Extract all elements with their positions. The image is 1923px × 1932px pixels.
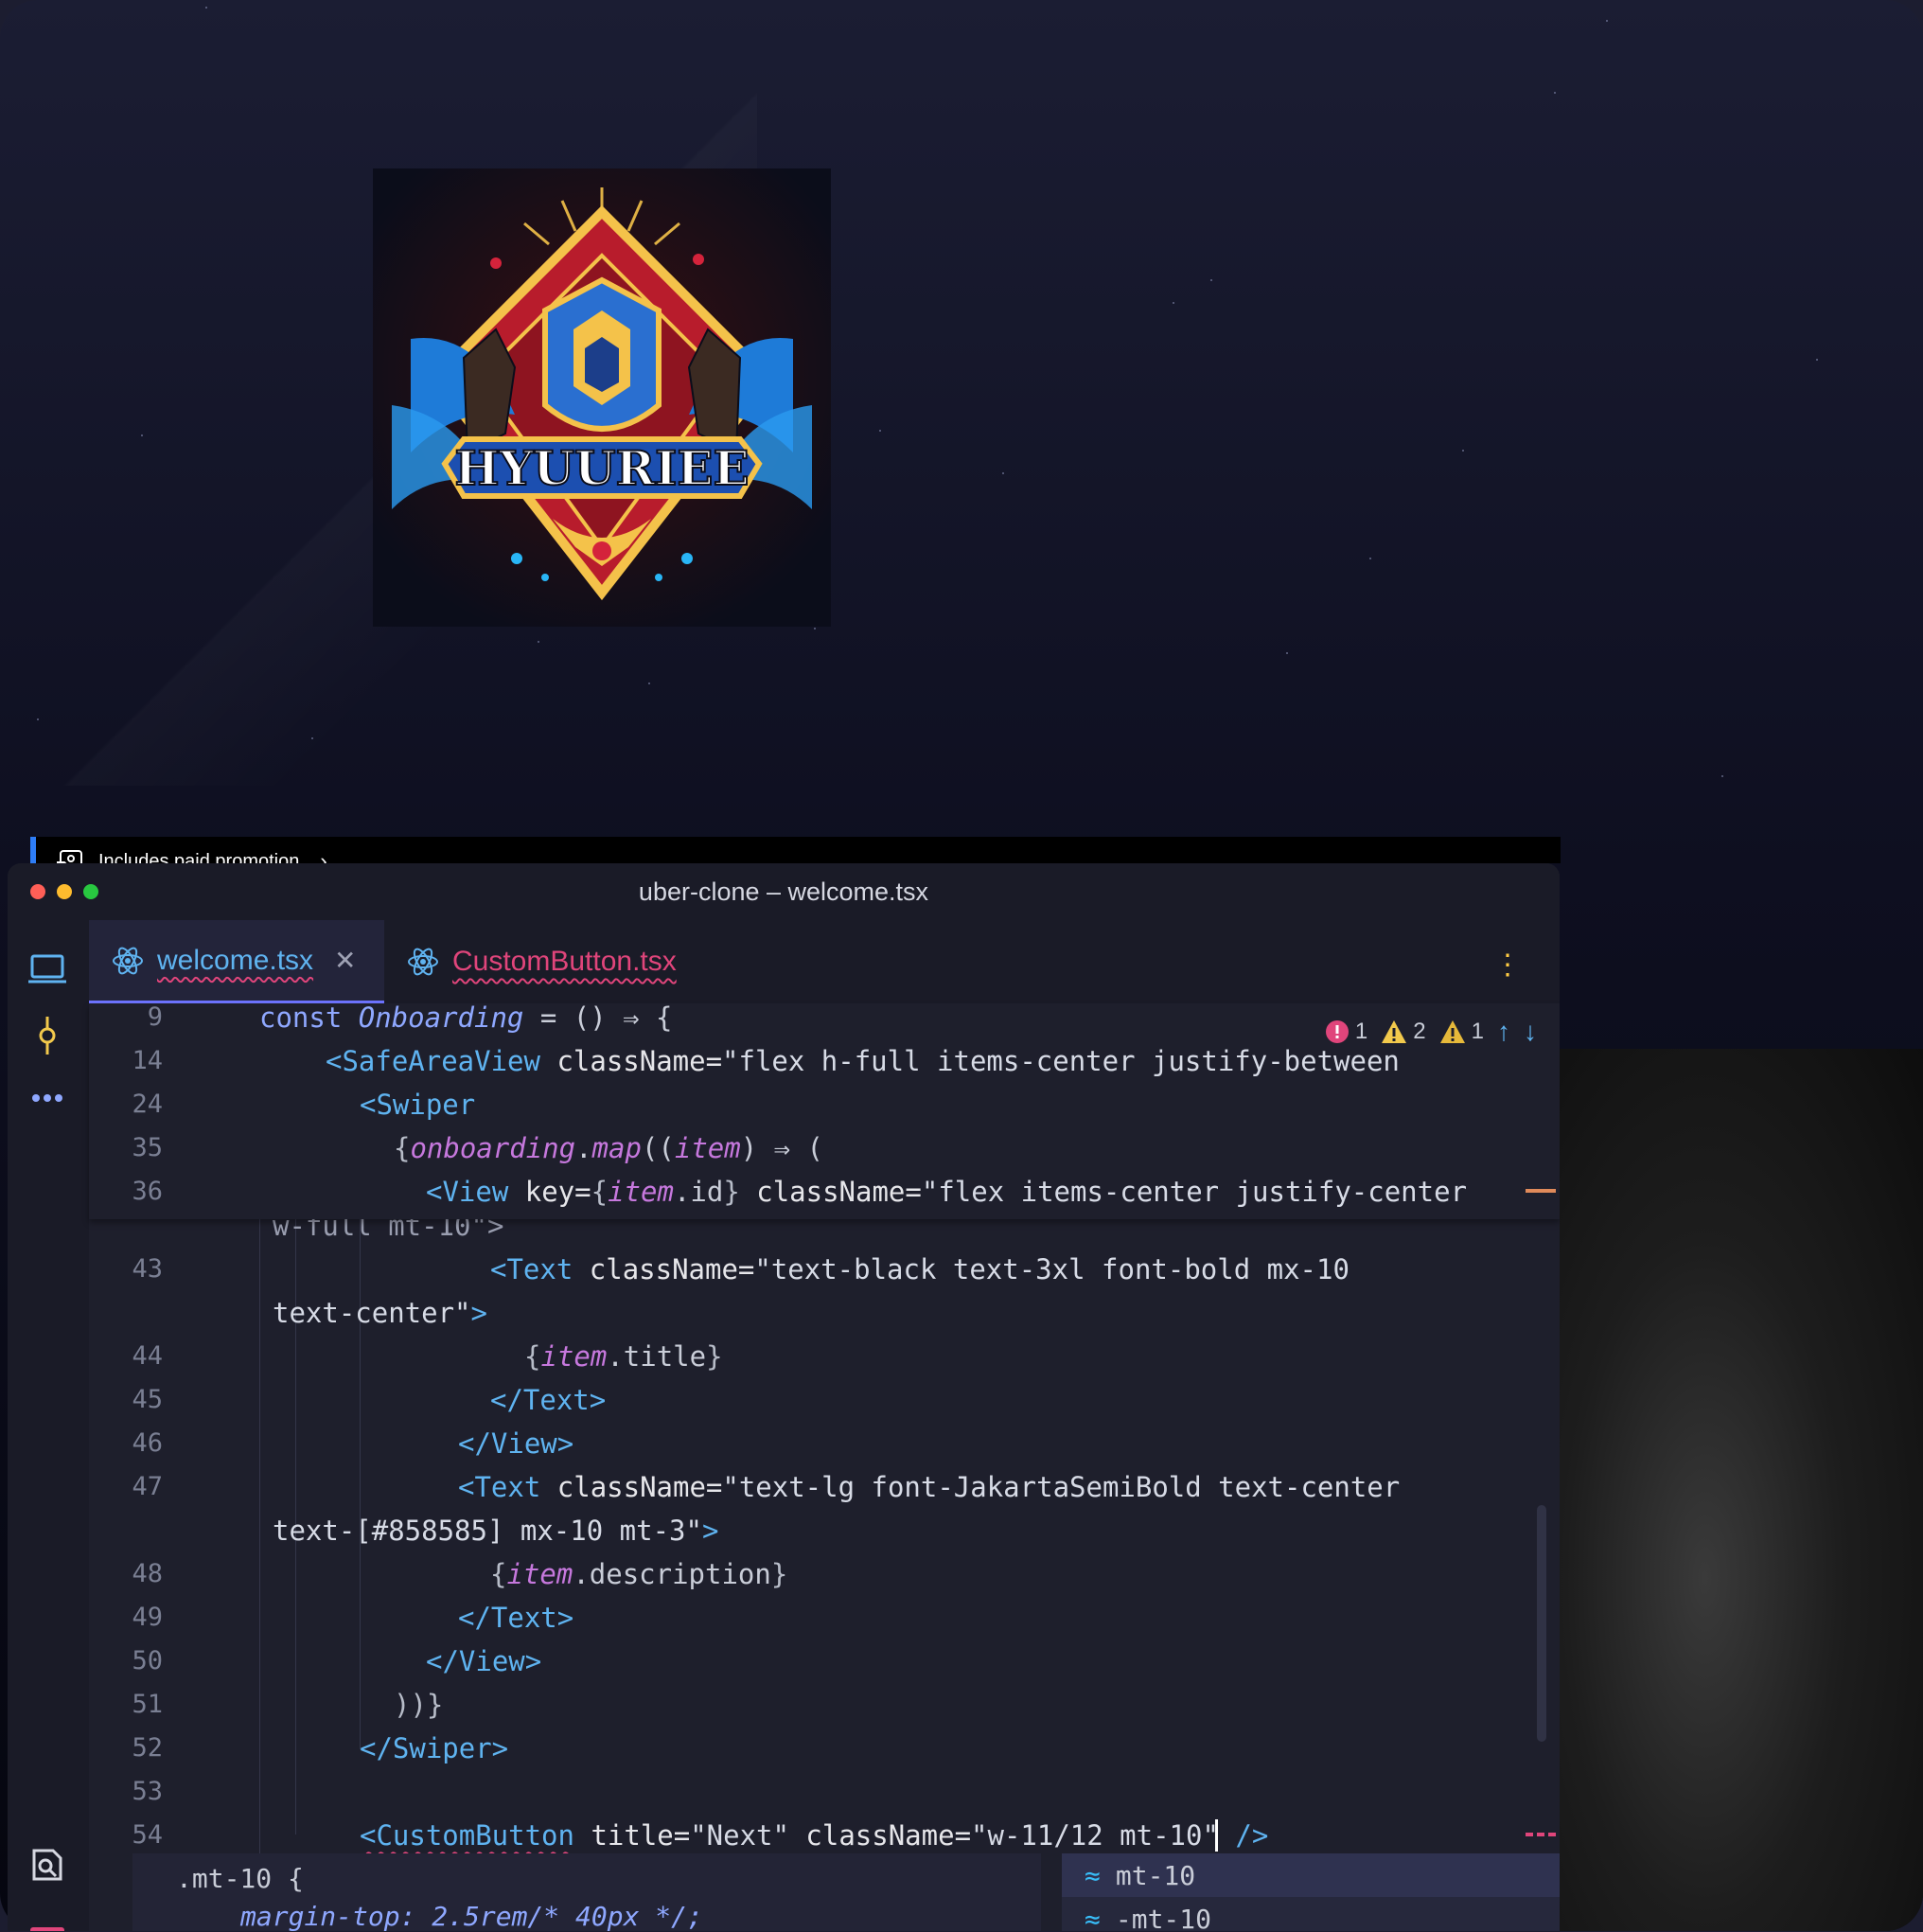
line-number: 52 [132, 1733, 163, 1763]
code-line: </Swiper> [360, 1732, 509, 1764]
zoom-window-button[interactable] [83, 884, 98, 899]
code-line: {item.description} [490, 1558, 788, 1590]
line-number: 44 [132, 1341, 163, 1371]
completion-label: -mt-10 [1115, 1903, 1212, 1932]
commit-button[interactable] [26, 1015, 68, 1056]
code-line: <CustomButton title="Next" className="w-… [360, 1819, 1269, 1852]
code-line: <SafeAreaView className="flex h-full ite… [326, 1045, 1400, 1077]
code-line: <Text className="text-lg font-JakartaSem… [458, 1471, 1401, 1503]
warning-count-label: 2 [1413, 1019, 1426, 1044]
code-line: text-center"> [273, 1297, 487, 1329]
promo-bar [357, 837, 1561, 863]
react-icon [408, 948, 438, 976]
line-number: 47 [132, 1472, 163, 1501]
line-number: 51 [132, 1690, 163, 1719]
completion-item[interactable]: ≈ -mt-10 [1062, 1897, 1560, 1932]
line-number: 46 [132, 1428, 163, 1458]
doc-line: .mt-10 { [176, 1863, 304, 1894]
code-line: </Text> [490, 1384, 607, 1416]
title-bar: uber-clone – welcome.tsx [8, 863, 1560, 920]
error-icon [1325, 1020, 1349, 1043]
line-number: 53 [132, 1777, 163, 1806]
window-controls [30, 884, 98, 899]
ellipsis-icon [32, 1094, 62, 1102]
code-line: {onboarding.map((item) ⇒ ( [394, 1132, 824, 1164]
vertical-scrollbar[interactable] [1537, 1505, 1546, 1742]
git-commit-icon [39, 1017, 56, 1055]
code-line: </View> [426, 1645, 542, 1677]
error-marker [1526, 1833, 1556, 1840]
weak-warning-count-label: 1 [1471, 1019, 1484, 1044]
channel-logo: HYUURIEE [373, 168, 831, 627]
close-tab-icon[interactable]: ✕ [334, 945, 356, 976]
previous-problem-icon[interactable]: ↑ [1497, 1017, 1510, 1047]
logo-wordmark: HYUURIEE [454, 440, 749, 496]
search-icon [32, 1849, 62, 1881]
background-blur [1560, 1049, 1923, 1931]
laptop-icon [28, 954, 66, 984]
code-line: ))} [394, 1689, 444, 1721]
project-view-button[interactable] [26, 948, 68, 990]
code-line: {item.title} [524, 1340, 723, 1373]
next-problem-icon[interactable]: ↓ [1524, 1017, 1537, 1047]
editor-tabs: welcome.tsx ✕ CustomButton.tsx ⋮ [89, 920, 1560, 1003]
error-count[interactable]: 1 [1325, 1019, 1367, 1045]
close-window-button[interactable] [30, 884, 45, 899]
weak-warning-count[interactable]: 1 [1439, 1019, 1484, 1045]
window-title: uber-clone – welcome.tsx [638, 877, 929, 906]
code-line: text-[#858585] mx-10 mt-3"> [273, 1515, 719, 1547]
warning-icon [1382, 1020, 1407, 1043]
inspection-widget[interactable]: 1 2 1 ↑ ↓ [1325, 1017, 1537, 1047]
code-line: <View key={item.id} className="flex item… [426, 1176, 1468, 1208]
hyuuriee-emblem: HYUURIEE [373, 168, 831, 627]
code-line: <Swiper [360, 1089, 476, 1121]
more-tools-button[interactable] [26, 1077, 68, 1119]
text-cursor [1215, 1819, 1218, 1852]
tab-welcome[interactable]: welcome.tsx ✕ [89, 920, 384, 1003]
find-button[interactable] [26, 1844, 68, 1886]
indent-guide [259, 1219, 260, 1882]
code-line: </View> [458, 1427, 574, 1460]
tab-label: CustomButton.tsx [452, 946, 677, 977]
code-line: const Onboarding = () ⇒ { [259, 1001, 673, 1034]
line-number: 54 [132, 1820, 163, 1850]
minimize-window-button[interactable] [57, 884, 72, 899]
completion-label: mt-10 [1115, 1859, 1196, 1891]
line-number: 35 [132, 1133, 163, 1162]
line-number: 43 [132, 1254, 163, 1284]
line-number: 48 [132, 1559, 163, 1588]
line-number: 14 [132, 1046, 163, 1075]
line-number: 45 [132, 1385, 163, 1414]
warning-count[interactable]: 2 [1381, 1019, 1426, 1045]
terminal-button[interactable] [26, 1920, 68, 1931]
completion-popup: ≈ mt-10 ≈ -mt-10 [1062, 1853, 1560, 1931]
completion-item[interactable]: ≈ mt-10 [1062, 1853, 1560, 1897]
tab-label: welcome.tsx [157, 944, 314, 976]
editor-window: uber-clone – welcome.tsx welcome.tsx ✕ C… [8, 863, 1560, 1931]
line-number: 49 [132, 1603, 163, 1632]
documentation-popup: .mt-10 { margin-top: 2.5rem/* 40px */; [132, 1853, 1041, 1932]
line-number: 9 [147, 1002, 163, 1032]
weak-warning-icon [1439, 1020, 1465, 1043]
code-editor[interactable]: 1 2 1 ↑ ↓ 9 const Onboarding = () ⇒ { 14… [89, 1001, 1560, 1931]
tab-custombutton[interactable]: CustomButton.tsx [384, 920, 687, 1003]
line-number: 36 [132, 1177, 163, 1206]
error-count-label: 1 [1354, 1019, 1368, 1044]
more-options-icon[interactable]: ⋮ [1493, 948, 1522, 982]
tailwind-icon: ≈ [1085, 1903, 1101, 1932]
line-number: 24 [132, 1090, 163, 1119]
react-icon [113, 947, 143, 974]
terminal-icon [30, 1927, 64, 1931]
line-number: 50 [132, 1646, 163, 1675]
code-line: <Text className="text-black text-3xl fon… [490, 1253, 1350, 1285]
tailwind-icon: ≈ [1085, 1859, 1101, 1891]
code-line: </Text> [458, 1602, 574, 1634]
change-marker [1526, 1189, 1556, 1193]
doc-line: margin-top: 2.5rem/* 40px */; [240, 1901, 703, 1932]
activity-bar [8, 920, 89, 1931]
